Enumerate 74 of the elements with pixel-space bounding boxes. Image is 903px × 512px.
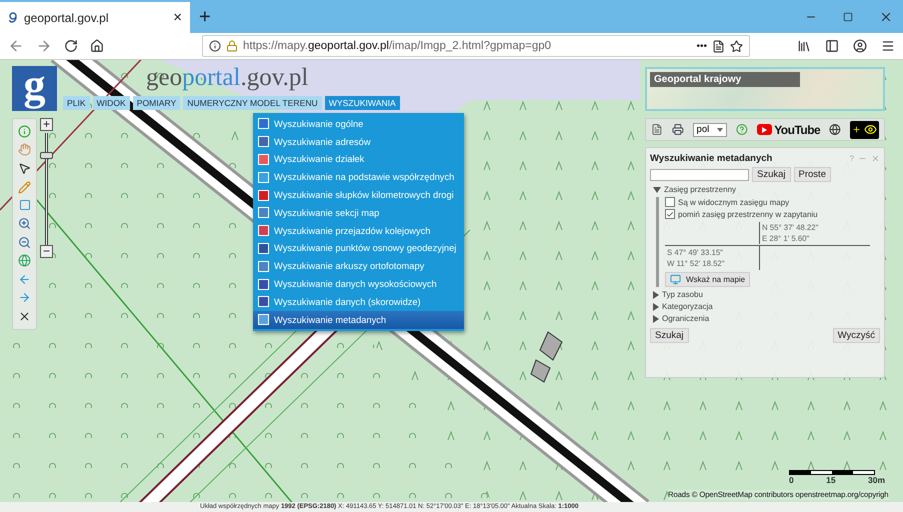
menu-item[interactable]: NUMERYCZNY MODEL TERENU xyxy=(183,96,322,110)
reload-icon[interactable] xyxy=(64,39,78,53)
previous-view-icon[interactable] xyxy=(18,272,31,286)
zoom-out-button[interactable]: − xyxy=(40,245,53,258)
search-type-icon xyxy=(258,225,269,236)
search-type-icon xyxy=(258,118,269,130)
lock-icon[interactable] xyxy=(226,40,238,52)
search-type-icon xyxy=(258,314,269,326)
bookmark-star-icon[interactable] xyxy=(730,40,743,52)
logo-tile[interactable]: g xyxy=(12,66,57,111)
submit-button[interactable]: Szukaj xyxy=(650,328,689,343)
search-field[interactable] xyxy=(650,168,749,180)
info-icon[interactable] xyxy=(209,40,221,52)
favicon-icon xyxy=(8,12,18,24)
section-toggle[interactable]: Typ zasobu xyxy=(650,290,880,299)
plus-icon xyxy=(852,125,861,134)
clear-button[interactable]: Wyczyść xyxy=(832,328,880,343)
account-icon[interactable] xyxy=(853,39,867,53)
site-title: geoportal.gov.pl xyxy=(146,64,308,92)
next-view-icon[interactable] xyxy=(18,291,31,304)
search-type-icon xyxy=(258,136,269,148)
scale-label: 0 xyxy=(789,475,794,485)
language-select[interactable]: pol xyxy=(692,122,728,136)
zoom-in-button[interactable]: + xyxy=(40,118,53,131)
zoom-slider-thumb[interactable] xyxy=(40,152,53,159)
new-tab-button[interactable]: + xyxy=(199,6,211,29)
dropdown-item[interactable]: Wyszukiwanie metadanych xyxy=(253,310,464,329)
section-toggle[interactable]: Kategoryzacja xyxy=(650,302,880,311)
sidebar-icon[interactable] xyxy=(825,39,839,53)
search-type-icon xyxy=(258,296,269,308)
simple-button[interactable]: Proste xyxy=(794,167,831,182)
browser-tab[interactable]: geoportal.gov.pl × xyxy=(0,2,190,33)
monitor-icon xyxy=(670,274,681,285)
more-button[interactable]: ••• xyxy=(696,40,707,52)
scale-label: 30m xyxy=(868,475,885,485)
print-icon[interactable] xyxy=(672,123,684,136)
address-bar[interactable]: https://mapy.geoportal.gov.pl/imap/Imgp_2.html?gpmap=gp0 ••• xyxy=(202,35,750,57)
search-type-icon xyxy=(258,190,269,201)
overview-map[interactable]: Geoportal krajowy xyxy=(645,67,885,111)
checkbox[interactable] xyxy=(665,197,675,207)
zoom-in-icon[interactable] xyxy=(18,216,31,230)
close-icon[interactable] xyxy=(879,10,893,24)
search-type-icon xyxy=(258,207,269,218)
menu-item[interactable]: POMIARY xyxy=(132,96,180,110)
menu-item[interactable]: PLIK xyxy=(63,96,90,110)
checkbox-option[interactable]: pomiń zasięg przestrzenny w zapytaniu xyxy=(665,209,880,219)
accessibility-button[interactable] xyxy=(850,120,879,138)
search-type-icon xyxy=(258,154,269,165)
close-tab-button[interactable]: × xyxy=(173,9,182,26)
search-type-icon xyxy=(258,172,269,183)
zoom-out-icon[interactable] xyxy=(18,236,31,249)
restore-icon[interactable] xyxy=(843,12,853,22)
pointer-icon[interactable] xyxy=(18,162,31,176)
library-icon[interactable] xyxy=(797,39,811,53)
search-button[interactable]: Szukaj xyxy=(752,167,791,182)
search-type-icon xyxy=(258,242,269,254)
home-icon[interactable] xyxy=(90,39,104,53)
zoom-slider[interactable] xyxy=(40,133,53,245)
youtube-link[interactable]: YouTube xyxy=(757,122,820,136)
search-type-icon xyxy=(258,278,269,290)
menu-item[interactable]: WIDOK xyxy=(92,96,130,110)
checkbox[interactable] xyxy=(665,209,675,219)
search-type-icon xyxy=(258,260,269,272)
legend-icon[interactable] xyxy=(651,123,663,136)
back-icon[interactable] xyxy=(8,38,24,54)
overview-label: Geoportal krajowy xyxy=(650,72,800,87)
eye-icon xyxy=(864,123,878,136)
scale-label: 15 xyxy=(826,475,836,485)
menu-icon[interactable] xyxy=(881,39,895,53)
point-on-map-button[interactable]: Wskaż na mapie xyxy=(665,272,750,287)
forward-icon[interactable] xyxy=(36,38,52,54)
menu-item[interactable]: WYSZUKIWANIA xyxy=(324,96,400,110)
panel-title: Wyszukiwanie metadanych xyxy=(650,153,772,164)
checkbox-option[interactable]: Są w widocznym zasięgu mapy xyxy=(665,197,880,207)
